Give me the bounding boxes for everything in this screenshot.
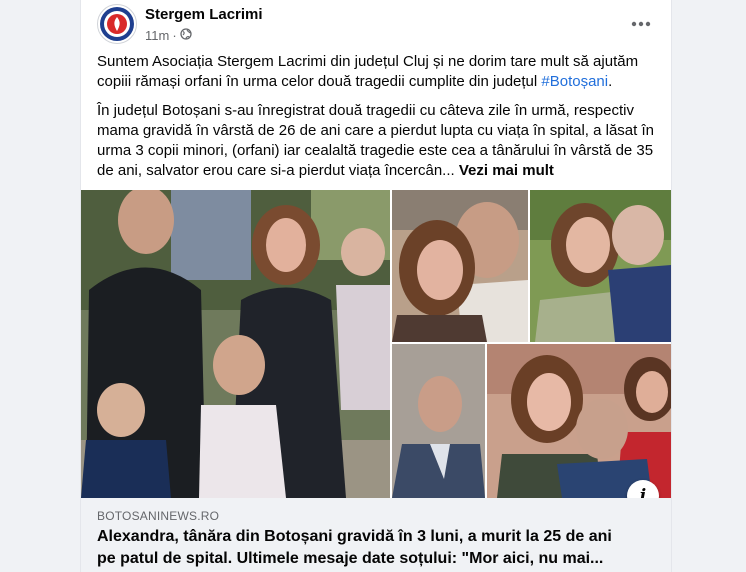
- post-paragraph-2: În județul Botoșani s-au înregistrat dou…: [97, 101, 657, 181]
- page-name[interactable]: Stergem Lacrimi: [145, 6, 263, 23]
- paragraph-1-end: .: [608, 73, 613, 90]
- post-meta: 11m ·: [145, 28, 192, 43]
- photo-couple[interactable]: [392, 190, 528, 342]
- globe-icon: [180, 28, 192, 43]
- link-domain: BOTOSANINEWS.RO: [97, 509, 220, 523]
- post-time[interactable]: 11m: [145, 28, 169, 43]
- photo-collage[interactable]: [81, 190, 671, 498]
- paragraph-2-text: În județul Botoșani s-au înregistrat dou…: [97, 102, 654, 179]
- hashtag-link[interactable]: #Botoșani: [541, 73, 608, 90]
- see-more-link[interactable]: Vezi mai mult: [459, 162, 554, 179]
- facebook-post: Stergem Lacrimi 11m · Suntem Asociația S…: [80, 0, 672, 572]
- post-header: Stergem Lacrimi 11m ·: [97, 4, 655, 48]
- link-title[interactable]: Alexandra, tânăra din Botoșani gravidă î…: [97, 526, 631, 570]
- meta-separator: ·: [172, 28, 177, 43]
- more-dots-icon: [631, 21, 651, 27]
- post-text: Suntem Asociația Stergem Lacrimi din jud…: [97, 52, 657, 190]
- post-paragraph-1: Suntem Asociația Stergem Lacrimi din jud…: [97, 52, 657, 92]
- photo-woman-group[interactable]: [487, 344, 671, 498]
- link-preview[interactable]: BOTOSANINEWS.RO Alexandra, tânăra din Bo…: [81, 498, 671, 572]
- page-avatar[interactable]: [97, 4, 137, 44]
- photo-mother-child[interactable]: [530, 190, 671, 342]
- main-photo[interactable]: [81, 190, 390, 498]
- photo-man[interactable]: [392, 344, 485, 498]
- more-options-button[interactable]: [627, 10, 655, 38]
